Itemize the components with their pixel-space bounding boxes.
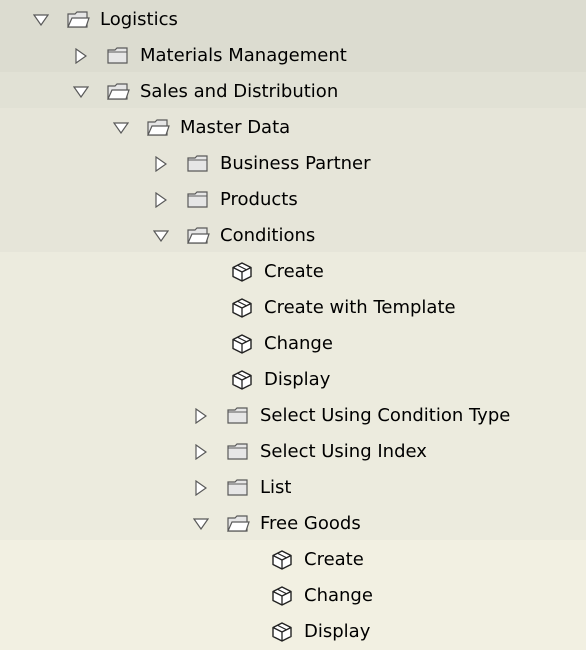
expanded-triangle-icon[interactable] — [190, 513, 212, 535]
tree-item-label: Free Goods — [260, 513, 361, 534]
collapsed-triangle-icon[interactable] — [190, 405, 212, 427]
collapsed-triangle-icon[interactable] — [150, 189, 172, 211]
tree-transaction-item[interactable]: Create — [0, 542, 586, 578]
tree-item-label: Materials Management — [140, 45, 347, 66]
tree-item-label: Logistics — [100, 9, 178, 30]
open-folder-icon — [146, 117, 170, 139]
tree-folder-item[interactable]: Sales and Distribution — [0, 74, 586, 110]
open-folder-icon — [106, 81, 130, 103]
tree-folder-item[interactable]: Select Using Index — [0, 434, 586, 470]
transaction-cube-icon — [230, 297, 254, 319]
collapsed-triangle-icon[interactable] — [70, 45, 92, 67]
tree-transaction-item[interactable]: Change — [0, 578, 586, 614]
expanded-triangle-icon[interactable] — [70, 81, 92, 103]
transaction-cube-icon — [270, 585, 294, 607]
tree-folder-item[interactable]: Logistics — [0, 2, 586, 38]
tree-folder-item[interactable]: Materials Management — [0, 38, 586, 74]
tree-item-label: Master Data — [180, 117, 291, 138]
tree-item-label: Change — [304, 585, 373, 606]
expanded-triangle-icon[interactable] — [110, 117, 132, 139]
transaction-cube-icon — [230, 333, 254, 355]
expanded-triangle-icon[interactable] — [150, 225, 172, 247]
folder-icon — [226, 441, 250, 463]
tree-folder-item[interactable]: Select Using Condition Type — [0, 398, 586, 434]
collapsed-triangle-icon[interactable] — [190, 477, 212, 499]
transaction-cube-icon — [230, 261, 254, 283]
tree-item-label: Products — [220, 189, 298, 210]
folder-icon — [226, 477, 250, 499]
tree-item-label: Change — [264, 333, 333, 354]
tree-item-label: List — [260, 477, 292, 498]
collapsed-triangle-icon[interactable] — [150, 153, 172, 175]
open-folder-icon — [186, 225, 210, 247]
tree-item-label: Select Using Index — [260, 441, 427, 462]
expanded-triangle-icon[interactable] — [30, 9, 52, 31]
tree-transaction-item[interactable]: Display — [0, 362, 586, 398]
tree-item-label: Select Using Condition Type — [260, 405, 511, 426]
tree-item-label: Display — [264, 369, 331, 390]
tree-transaction-item[interactable]: Display — [0, 614, 586, 650]
folder-icon — [186, 189, 210, 211]
folder-icon — [186, 153, 210, 175]
tree-folder-item[interactable]: Business Partner — [0, 146, 586, 182]
folder-icon — [226, 405, 250, 427]
tree-item-label: Display — [304, 621, 371, 642]
tree-item-label: Conditions — [220, 225, 316, 246]
tree-transaction-item[interactable]: Create with Template — [0, 290, 586, 326]
tree-folder-item[interactable]: List — [0, 470, 586, 506]
tree-folder-item[interactable]: Master Data — [0, 110, 586, 146]
tree-item-label: Create — [264, 261, 324, 282]
tree-folder-item[interactable]: Free Goods — [0, 506, 586, 542]
tree-transaction-item[interactable]: Change — [0, 326, 586, 362]
tree-item-label: Business Partner — [220, 153, 371, 174]
tree-item-label: Create with Template — [264, 297, 456, 318]
tree-transaction-item[interactable]: Create — [0, 254, 586, 290]
transaction-cube-icon — [230, 369, 254, 391]
tree-folder-item[interactable]: Conditions — [0, 218, 586, 254]
open-folder-icon — [66, 9, 90, 31]
open-folder-icon — [226, 513, 250, 535]
tree-item-label: Create — [304, 549, 364, 570]
folder-icon — [106, 45, 130, 67]
transaction-cube-icon — [270, 621, 294, 643]
collapsed-triangle-icon[interactable] — [190, 441, 212, 463]
transaction-cube-icon — [270, 549, 294, 571]
tree-item-label: Sales and Distribution — [140, 81, 339, 102]
tree-folder-item[interactable]: Products — [0, 182, 586, 218]
